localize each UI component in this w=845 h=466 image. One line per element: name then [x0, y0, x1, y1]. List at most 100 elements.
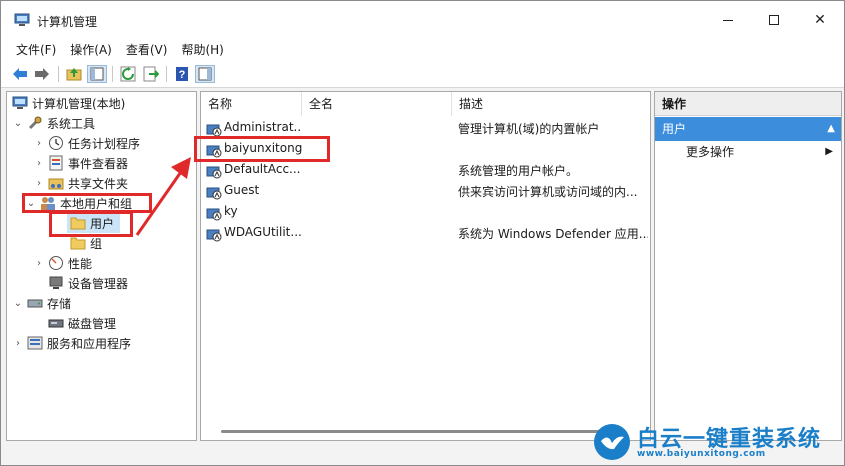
column-header-fullname[interactable]: 全名	[302, 92, 452, 116]
toolbar-separator	[112, 66, 113, 82]
column-header-description[interactable]: 描述	[452, 92, 650, 116]
user-account-icon	[206, 187, 222, 200]
shared-folder-icon	[48, 178, 64, 190]
refresh-button[interactable]	[118, 65, 138, 83]
list-item[interactable]: Guest 供来宾访问计算机或访问域的内...	[201, 181, 650, 202]
tree-item-label: 性能	[68, 256, 93, 271]
performance-icon	[49, 256, 63, 270]
tree-item-storage[interactable]: ⌄ 存储	[12, 293, 71, 313]
user-name: Guest	[224, 183, 260, 197]
minimize-button[interactable]	[705, 1, 751, 39]
horizontal-scrollbar[interactable]	[221, 430, 621, 433]
help-icon: ?	[176, 67, 188, 81]
close-button[interactable]: ✕	[797, 1, 843, 39]
collapse-up-icon[interactable]: ▲	[827, 117, 835, 141]
watermark: 白云一键重装系统 www.baiyunxitong.com	[593, 419, 843, 465]
tree-item-label: 存储	[47, 296, 72, 311]
tree-item-system-tools[interactable]: ⌄ 系统工具	[12, 113, 95, 133]
tree-item-root[interactable]: 计算机管理(本地)	[10, 93, 125, 113]
highlight-box-users-folder	[49, 211, 133, 237]
expand-chevron-icon[interactable]: ⌄	[12, 297, 24, 309]
more-actions-label: 更多操作	[686, 145, 735, 159]
up-level-button[interactable]	[64, 65, 84, 83]
computer-management-icon	[12, 96, 28, 109]
forward-button[interactable]	[32, 65, 52, 83]
minimize-icon	[723, 19, 733, 21]
tree-item-label: 任务计划程序	[68, 136, 141, 151]
tools-icon	[28, 116, 42, 130]
column-header-name[interactable]: 名称	[201, 92, 302, 116]
actions-section-label: 用户	[662, 122, 687, 136]
event-viewer-icon	[49, 155, 63, 171]
forward-arrow-icon	[35, 68, 49, 80]
tree-item-label: 系统工具	[47, 116, 96, 131]
user-account-icon	[206, 124, 222, 137]
help-button[interactable]: ?	[172, 65, 192, 83]
user-description: 供来宾访问计算机或访问域的内...	[458, 185, 638, 199]
watermark-url: www.baiyunxitong.com	[637, 449, 766, 459]
more-actions-item[interactable]: 更多操作 ▶	[655, 141, 841, 163]
user-name: Administrat...	[224, 120, 302, 134]
device-manager-icon	[49, 276, 63, 289]
console-tree: 计算机管理(本地) ⌄ 系统工具 › 任务计划程序 › 事件查看器 › 共享文件…	[6, 91, 197, 441]
tree-item-performance[interactable]: › 性能	[33, 253, 92, 273]
actions-section-users[interactable]: 用户 ▲	[655, 117, 841, 141]
console-tree-icon	[90, 67, 104, 81]
chevron-right-icon[interactable]: ›	[33, 177, 45, 189]
user-account-icon	[206, 208, 222, 221]
tree-item-label: 计算机管理(本地)	[32, 96, 126, 111]
chevron-right-icon[interactable]: ›	[33, 157, 45, 169]
tree-item-event-viewer[interactable]: › 事件查看器	[33, 153, 128, 173]
actions-pane: 操作 用户 ▲ 更多操作 ▶	[654, 91, 842, 441]
maximize-button[interactable]	[751, 1, 797, 39]
chevron-right-icon[interactable]: ›	[33, 257, 45, 269]
menu-view[interactable]: 查看(V)	[119, 40, 175, 60]
list-item[interactable]: ky	[201, 202, 650, 223]
tree-item-label: 事件查看器	[68, 156, 129, 171]
storage-icon	[27, 299, 43, 308]
refresh-icon	[120, 66, 136, 82]
close-icon: ✕	[814, 12, 826, 28]
tree-item-disk-management[interactable]: 磁盘管理	[45, 313, 116, 333]
list-item[interactable]: WDAGUtilit... 系统为 Windows Defender 应用...	[201, 223, 650, 244]
show-hide-tree-button[interactable]	[87, 65, 107, 83]
user-description: 系统为 Windows Defender 应用...	[458, 227, 648, 241]
menu-file[interactable]: 文件(F)	[9, 40, 63, 60]
list-item[interactable]: DefaultAcc... 系统管理的用户帐户。	[201, 160, 650, 181]
disk-icon	[48, 319, 64, 328]
chevron-right-icon[interactable]: ›	[12, 337, 24, 349]
user-account-icon	[206, 166, 222, 179]
toolbar: ?	[1, 61, 844, 88]
tree-item-services-apps[interactable]: › 服务和应用程序	[12, 333, 131, 353]
computer-management-icon	[14, 13, 30, 26]
toolbar-separator	[58, 66, 59, 82]
services-icon	[27, 336, 43, 350]
export-list-icon	[143, 66, 159, 82]
expand-chevron-icon[interactable]: ⌄	[12, 117, 24, 129]
tree-item-label: 服务和应用程序	[47, 336, 132, 351]
back-button[interactable]	[10, 65, 30, 83]
user-description: 系统管理的用户帐户。	[458, 164, 579, 178]
tree-item-shared-folders[interactable]: › 共享文件夹	[33, 173, 128, 193]
annotation-arrow-icon	[135, 157, 191, 236]
menu-help[interactable]: 帮助(H)	[174, 40, 230, 60]
action-pane-icon	[198, 67, 212, 81]
svg-text:?: ?	[179, 69, 186, 81]
export-list-button[interactable]	[141, 65, 161, 83]
show-hide-action-pane-button[interactable]	[195, 65, 215, 83]
title-bar: 计算机管理 ✕	[1, 1, 844, 39]
tree-item-label: 共享文件夹	[68, 176, 129, 191]
actions-header: 操作	[655, 92, 841, 116]
tree-item-device-manager[interactable]: 设备管理器	[45, 273, 128, 293]
user-description: 管理计算机(域)的内置帐户	[458, 122, 600, 136]
folder-up-icon	[66, 68, 82, 81]
chevron-right-icon[interactable]: ›	[33, 137, 45, 149]
user-name: DefaultAcc...	[224, 162, 301, 176]
tree-item-task-scheduler[interactable]: › 任务计划程序	[33, 133, 140, 153]
back-arrow-icon	[13, 68, 27, 80]
tree-item-label: 组	[90, 236, 103, 251]
tree-item-label: 磁盘管理	[68, 316, 117, 331]
menu-action[interactable]: 操作(A)	[63, 40, 119, 60]
maximize-icon	[769, 15, 779, 25]
highlight-box-baiyunxitong	[194, 136, 330, 162]
